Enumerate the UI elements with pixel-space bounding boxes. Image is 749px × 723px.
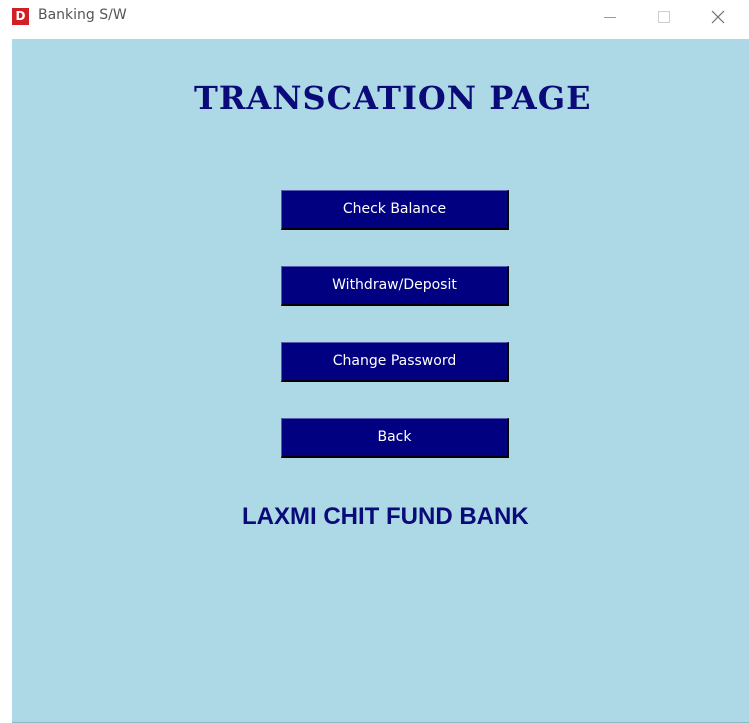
bank-name-label: LAXMI CHIT FUND BANK (242, 503, 529, 530)
maximize-button[interactable] (641, 2, 687, 32)
transaction-panel: TRANSCATION PAGE Check Balance Withdraw/… (12, 39, 749, 723)
page-title: TRANSCATION PAGE (194, 79, 592, 117)
close-button[interactable] (695, 2, 741, 32)
check-balance-button[interactable]: Check Balance (281, 190, 509, 230)
window-title: Banking S/W (38, 7, 127, 23)
change-password-button[interactable]: Change Password (281, 342, 509, 382)
withdraw-deposit-button[interactable]: Withdraw/Deposit (281, 266, 509, 306)
title-bar[interactable]: D Banking S/W (0, 0, 749, 38)
minimize-button[interactable] (587, 2, 633, 32)
back-button[interactable]: Back (281, 418, 509, 458)
close-icon (711, 10, 725, 24)
app-window: D Banking S/W TRANSCATION PAGE Check Bal… (0, 0, 749, 723)
app-logo-icon: D (12, 8, 29, 25)
